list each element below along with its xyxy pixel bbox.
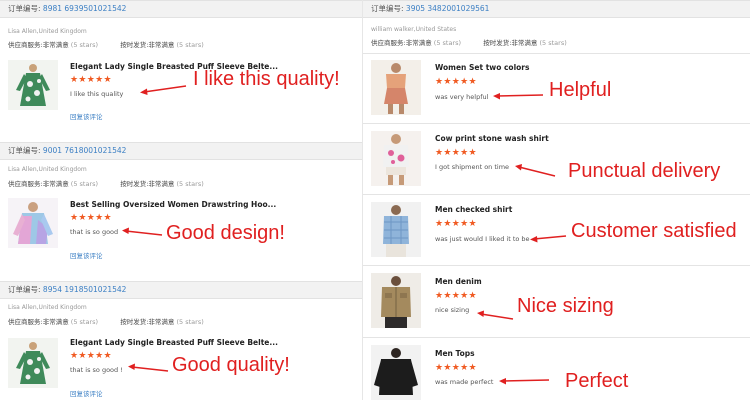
- arrow-icon: [499, 378, 550, 385]
- right-review-panel: 订单编号: 3905 3482001029561 william walker,…: [362, 0, 750, 400]
- star-rating: ★★★★★: [435, 219, 477, 229]
- divider: [363, 194, 750, 195]
- black-top-photo[interactable]: [371, 345, 421, 400]
- product-title[interactable]: Men checked shirt: [435, 205, 512, 214]
- order-number-link[interactable]: 8954 1918501021542: [43, 285, 127, 294]
- star-rating: ★★★★★: [435, 77, 477, 87]
- star-rating: ★★★★★: [435, 363, 477, 373]
- divider: [363, 123, 750, 124]
- annotation-label: Nice sizing: [517, 295, 614, 317]
- arrow-icon: [530, 235, 567, 243]
- product-title[interactable]: Women Set two colors: [435, 63, 529, 72]
- buyer-name: Lisa Allen,United Kingdom: [8, 28, 87, 35]
- order-number-label: 订单编号:: [8, 146, 41, 155]
- annotation-label: Good design!: [166, 222, 285, 244]
- order-header: 订单编号: 8954 1918501021542: [0, 281, 362, 299]
- review-comment: nice sizing: [435, 306, 470, 314]
- review-collage: 订单编号: 8981 6939501021542 Lisa Allen,Unit…: [0, 0, 750, 400]
- buyer-name: Lisa Allen,United Kingdom: [8, 166, 87, 173]
- buyer-name: william walker,United States: [371, 26, 457, 33]
- review-comment: was just would I liked it to be: [435, 235, 530, 243]
- star-rating: ★★★★★: [70, 213, 112, 223]
- reply-review-link[interactable]: 回复该评论: [70, 250, 103, 260]
- product-title[interactable]: Men Tops: [435, 349, 475, 358]
- review-comment: I like this quality: [70, 90, 124, 98]
- arrow-icon: [122, 227, 163, 236]
- review-comment: was made perfect: [435, 378, 494, 386]
- review-comment: that is so good: [70, 228, 119, 236]
- divider: [363, 265, 750, 266]
- arrow-icon: [140, 85, 187, 95]
- divider: [363, 53, 750, 54]
- star-rating: ★★★★★: [70, 351, 112, 361]
- review-comment: was very helpful: [435, 93, 489, 101]
- divider: [363, 337, 750, 338]
- arrow-icon: [515, 164, 556, 177]
- two-piece-set-photo[interactable]: [371, 60, 421, 115]
- product-title[interactable]: Men denim: [435, 277, 482, 286]
- star-rating: ★★★★★: [435, 148, 477, 158]
- buyer-name: Lisa Allen,United Kingdom: [8, 304, 87, 311]
- order-header: 订单编号: 9001 7618001021542: [0, 142, 362, 160]
- annotation-label: Punctual delivery: [568, 160, 721, 182]
- shirt-photo[interactable]: [371, 131, 421, 186]
- review-comment: that is so good !: [70, 366, 123, 374]
- order-number-link[interactable]: 9001 7618001021542: [43, 146, 127, 155]
- order-number-label: 订单编号:: [371, 4, 404, 13]
- reply-review-link[interactable]: 回复该评论: [70, 388, 103, 398]
- arrow-icon: [477, 310, 514, 320]
- order-number-link[interactable]: 8981 6939501021542: [43, 4, 127, 13]
- annotation-label: I like this quality!: [193, 68, 340, 90]
- order-header: 订单编号: 3905 3482001029561: [363, 0, 750, 18]
- dress-photo[interactable]: [8, 338, 58, 388]
- product-title[interactable]: Cow print stone wash shirt: [435, 134, 549, 143]
- hoodie-photo[interactable]: [8, 198, 58, 248]
- review-comment: I got shipment on time: [435, 163, 510, 171]
- checked-shirt-photo[interactable]: [371, 202, 421, 257]
- annotation-label: Good quality!: [172, 354, 290, 376]
- star-rating: ★★★★★: [435, 291, 477, 301]
- star-rating: ★★★★★: [70, 75, 112, 85]
- rating-summary: 供应商服务:非常满意 (5 stars) 按时发货:非常满意 (5 stars): [8, 180, 204, 188]
- order-header: 订单编号: 8981 6939501021542: [0, 0, 362, 18]
- arrow-icon: [493, 93, 544, 100]
- denim-jacket-photo[interactable]: [371, 273, 421, 328]
- annotation-label: Perfect: [565, 370, 629, 392]
- order-number-link[interactable]: 3905 3482001029561: [406, 4, 490, 13]
- rating-summary: 供应商服务:非常满意 (5 stars) 按时发货:非常满意 (5 stars): [8, 41, 204, 49]
- left-review-panel: 订单编号: 8981 6939501021542 Lisa Allen,Unit…: [0, 0, 362, 400]
- annotation-label: Customer satisfied: [571, 220, 737, 242]
- rating-summary: 供应商服务:非常满意 (5 stars) 按时发货:非常满意 (5 stars): [8, 318, 204, 326]
- product-title[interactable]: Elegant Lady Single Breasted Puff Sleeve…: [70, 338, 278, 347]
- annotation-label: Helpful: [549, 79, 612, 101]
- product-title[interactable]: Best Selling Oversized Women Drawstring …: [70, 200, 276, 209]
- rating-summary: 供应商服务:非常满意 (5 stars) 按时发货:非常满意 (5 stars): [371, 39, 567, 47]
- arrow-icon: [128, 363, 169, 372]
- reply-review-link[interactable]: 回复该评论: [70, 111, 103, 121]
- order-number-label: 订单编号:: [8, 285, 41, 294]
- dress-photo[interactable]: [8, 60, 58, 110]
- order-number-label: 订单编号:: [8, 4, 41, 13]
